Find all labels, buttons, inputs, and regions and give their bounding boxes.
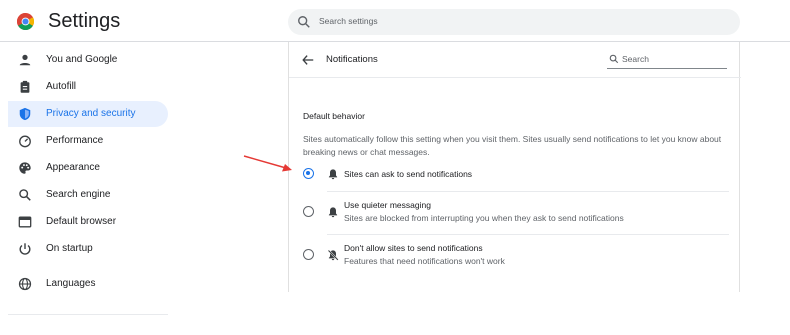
page-title: Notifications — [326, 54, 378, 65]
sidebar-item-label: Privacy and security — [46, 108, 136, 119]
sidebar-item-search-engine[interactable]: Search engine — [8, 182, 168, 208]
sidebar-item-label: Autofill — [46, 81, 77, 92]
sidebar-item-label: Search engine — [46, 189, 111, 200]
search-icon — [298, 16, 310, 28]
sidebar-item-languages[interactable]: Languages — [8, 271, 168, 297]
sidebar-item-performance[interactable]: Performance — [8, 128, 168, 154]
globe-icon — [18, 277, 32, 291]
option-divider — [327, 234, 729, 235]
palette-icon — [19, 162, 31, 174]
back-arrow-icon[interactable] — [301, 53, 315, 67]
bell-icon — [328, 169, 338, 180]
bell-off-icon — [327, 249, 339, 261]
notifications-card: Notifications Search Default behavior Si… — [288, 42, 741, 292]
sidebar-item-privacy-and-security[interactable]: Privacy and security — [8, 101, 168, 127]
option-subtitle: Sites are blocked from interrupting you … — [344, 213, 624, 223]
bell-icon — [328, 207, 338, 218]
power-icon — [19, 243, 31, 255]
notifications-search-input[interactable]: Search — [607, 51, 727, 69]
sidebar-item-label: Appearance — [46, 162, 100, 173]
radio-button-selected[interactable] — [303, 168, 314, 179]
sidebar-item-on-startup[interactable]: On startup — [8, 236, 168, 262]
section-heading: Default behavior — [303, 111, 365, 121]
radio-button[interactable] — [303, 206, 314, 217]
option-subtitle: Features that need notifications won't w… — [344, 256, 505, 266]
card-header: Notifications Search — [289, 42, 741, 78]
option-quieter-messaging[interactable]: Use quieter messaging Sites are blocked … — [289, 197, 741, 235]
option-dont-allow[interactable]: Don't allow sites to send notifications … — [289, 240, 741, 278]
sidebar-item-label: Default browser — [46, 216, 117, 227]
option-title: Sites can ask to send notifications — [344, 169, 473, 179]
sidebar-item-label: You and Google — [46, 54, 118, 65]
annotation-arrow-icon — [243, 155, 292, 172]
search-icon — [19, 189, 31, 201]
app-title: Settings — [48, 10, 121, 32]
search-icon — [609, 54, 619, 64]
clipboard-icon — [20, 80, 30, 93]
settings-search-box[interactable]: Search settings — [288, 9, 740, 35]
chrome-logo-icon — [17, 13, 34, 30]
radio-button[interactable] — [303, 249, 314, 260]
sidebar-item-label: Performance — [46, 135, 104, 146]
option-divider — [327, 191, 729, 192]
header: Settings Search settings — [0, 0, 790, 42]
browser-window-icon — [18, 216, 32, 228]
section-description: Sites automatically follow this setting … — [303, 134, 722, 157]
speedometer-icon — [19, 135, 31, 148]
sidebar-item-default-browser[interactable]: Default browser — [8, 209, 168, 235]
sidebar-item-label: On startup — [46, 243, 93, 254]
sidebar-item-autofill[interactable]: Autofill — [8, 74, 168, 100]
sidebar-divider — [8, 314, 168, 315]
search-placeholder: Search settings — [319, 16, 378, 26]
sidebar-item-you-and-google[interactable]: You and Google — [8, 47, 168, 73]
sidebar-item-appearance[interactable]: Appearance — [8, 155, 168, 181]
option-title: Don't allow sites to send notifications — [344, 243, 483, 253]
search-placeholder: Search — [622, 54, 649, 64]
option-sites-can-ask[interactable]: Sites can ask to send notifications — [289, 164, 741, 192]
shield-icon — [19, 107, 31, 121]
sidebar-item-label: Languages — [46, 278, 96, 289]
option-title: Use quieter messaging — [344, 200, 431, 210]
person-icon — [19, 54, 31, 66]
